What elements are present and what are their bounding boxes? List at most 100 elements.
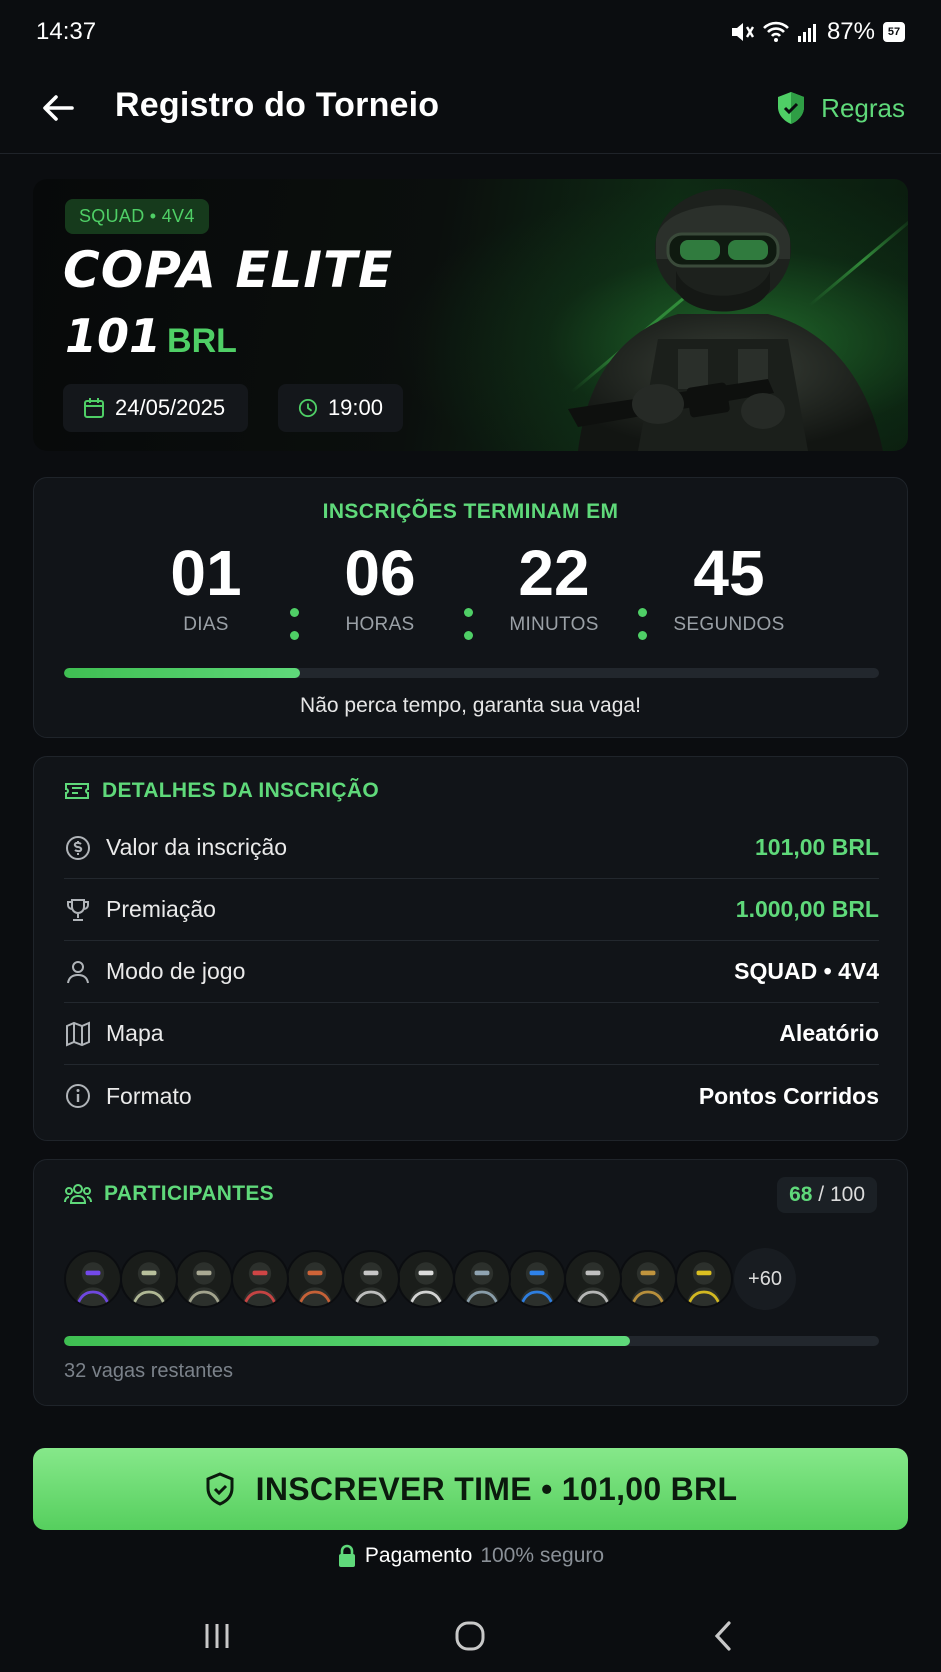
time-text: 19:00 — [327, 395, 383, 420]
countdown-label: HORAS — [345, 614, 415, 635]
detail-row-mode: Modo de jogo SQUAD • 4V4 — [64, 941, 879, 1003]
battery-icon: 57 — [883, 22, 905, 42]
avatar-image — [454, 1252, 509, 1306]
price-currency: BRL — [167, 322, 237, 360]
home-icon — [455, 1621, 485, 1651]
detail-label: Modo de jogo — [106, 958, 246, 984]
participants-current: 68 — [789, 1183, 813, 1206]
more-participants-badge[interactable]: +60 — [734, 1248, 796, 1310]
page-title: Registro do Torneio — [115, 86, 440, 124]
countdown-hours: 06 HORAS — [290, 538, 470, 636]
avatar-image — [510, 1252, 564, 1306]
dollar-circle-icon — [66, 835, 90, 860]
chevron-left-icon — [714, 1621, 731, 1651]
countdown-heading: INSCRIÇÕES TERMINAM EM — [322, 500, 619, 523]
detail-row-format: Formato Pontos Corridos — [64, 1065, 879, 1127]
trophy-icon — [67, 898, 89, 921]
detail-value: Aleatório — [779, 1020, 879, 1046]
home-button[interactable] — [448, 1614, 492, 1658]
price-amount: 101 — [65, 309, 162, 363]
detail-label: Mapa — [106, 1020, 164, 1046]
info-icon — [66, 1084, 90, 1108]
secure-label: Pagamento — [364, 1544, 473, 1567]
wifi-icon — [763, 21, 789, 42]
detail-value: SQUAD • 4V4 — [734, 958, 879, 984]
date-chip: 24/05/2025 — [63, 384, 248, 432]
system-nav-bar — [0, 1600, 941, 1672]
users-icon — [64, 1184, 92, 1204]
avatar-image — [288, 1252, 342, 1306]
participant-avatar[interactable] — [452, 1250, 511, 1308]
rules-label: Regras — [821, 92, 905, 123]
countdown-seconds: 45 SEGUNDOS — [639, 538, 819, 636]
participant-avatar[interactable] — [175, 1250, 233, 1308]
participant-avatar[interactable] — [397, 1250, 455, 1308]
countdown-value: 45 — [693, 537, 765, 609]
avatar-image — [676, 1252, 731, 1306]
date-text: 24/05/2025 — [115, 395, 226, 420]
avatar-image — [232, 1252, 287, 1306]
participants-card: PARTICIPANTES 68 / 100 +60 32 vagas rest… — [33, 1159, 908, 1406]
status-icons: 87% 57 — [729, 18, 905, 46]
detail-label: Formato — [106, 1082, 192, 1109]
detail-row-prize: Premiação 1.000,00 BRL — [64, 879, 879, 941]
system-back-button[interactable] — [702, 1614, 746, 1658]
participants-total: / 100 — [812, 1183, 865, 1206]
detail-row-fee: Valor da inscrição 101,00 BRL — [64, 817, 879, 879]
participant-avatar[interactable] — [230, 1250, 289, 1308]
participants-heading: PARTICIPANTES — [64, 1182, 274, 1206]
participant-avatar[interactable] — [619, 1250, 677, 1308]
time-chip: 19:00 — [278, 384, 403, 432]
remaining-slots: 32 vagas restantes — [64, 1360, 233, 1382]
secure-payment-note: Pagamento 100% seguro — [0, 1544, 941, 1568]
countdown-label: SEGUNDOS — [673, 614, 785, 635]
participant-avatar[interactable] — [563, 1250, 622, 1308]
participant-avatar[interactable] — [508, 1250, 566, 1308]
countdown-label: DIAS — [183, 614, 229, 635]
participant-avatar[interactable] — [286, 1250, 344, 1308]
secure-detail: 100% seguro — [480, 1544, 605, 1567]
tournament-price: 101 BRL — [65, 309, 237, 363]
rules-button[interactable]: Regras — [775, 84, 905, 132]
detail-value: Pontos Corridos — [698, 1082, 879, 1109]
participants-progress-fill — [64, 1336, 631, 1346]
countdown-message: Não perca tempo, garanta sua vaga! — [300, 694, 641, 717]
countdown-progress — [64, 668, 879, 678]
shield-check-icon — [778, 92, 805, 124]
clock-icon — [298, 398, 318, 418]
countdown-value: 01 — [170, 537, 242, 609]
avatar-image — [621, 1252, 675, 1306]
calendar-icon — [84, 398, 104, 418]
countdown-minutes: 22 MINUTOS — [464, 538, 644, 636]
soldier-image — [568, 189, 883, 451]
countdown-value: 22 — [518, 537, 590, 609]
avatar-image — [177, 1252, 231, 1306]
participant-avatar[interactable] — [674, 1250, 733, 1308]
countdown-progress-fill — [64, 668, 301, 678]
detail-value: 101,00 BRL — [754, 834, 879, 860]
arrow-left-icon — [43, 95, 74, 121]
map-icon — [66, 1020, 90, 1047]
recents-button[interactable] — [195, 1614, 239, 1658]
avatar-image — [565, 1252, 620, 1306]
participant-avatar[interactable] — [341, 1250, 400, 1308]
ticket-icon — [65, 783, 89, 799]
user-icon — [67, 960, 89, 983]
details-heading: DETALHES DA INSCRIÇÃO — [64, 779, 379, 803]
back-button[interactable] — [38, 88, 78, 128]
countdown-card: INSCRIÇÕES TERMINAM EM 01 DIAS 06 HORAS … — [33, 477, 908, 738]
detail-label: Premiação — [106, 896, 216, 922]
shield-check-icon — [206, 1472, 234, 1506]
details-heading-label: DETALHES DA INSCRIÇÃO — [102, 779, 379, 802]
participants-heading-label: PARTICIPANTES — [104, 1182, 274, 1205]
mute-icon — [731, 23, 754, 41]
tournament-title: COPA ELITE — [63, 241, 394, 299]
mode-badge: SQUAD • 4V4 — [65, 199, 209, 234]
avatar-image — [66, 1252, 120, 1306]
avatar-image — [121, 1252, 176, 1306]
countdown-days: 01 DIAS — [116, 538, 296, 636]
participant-avatar[interactable] — [119, 1250, 178, 1308]
participants-progress — [64, 1336, 879, 1346]
participant-avatar[interactable] — [64, 1250, 122, 1308]
register-team-button[interactable]: INSCREVER TIME • 101,00 BRL — [33, 1448, 908, 1530]
